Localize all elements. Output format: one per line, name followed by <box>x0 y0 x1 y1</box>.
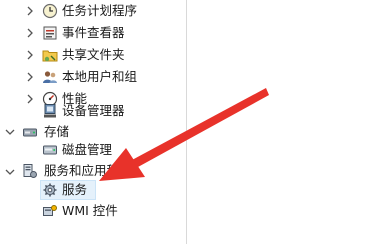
expand-chevron-icon[interactable] <box>24 5 36 17</box>
tree-item-shared-folders[interactable]: 共享文件夹 <box>62 47 125 63</box>
tree-item-task-scheduler[interactable]: 任务计划程序 <box>62 3 137 19</box>
collapse-chevron-icon[interactable] <box>4 166 16 178</box>
tree-item-services-applications[interactable]: 服务和应用程序 <box>44 163 132 179</box>
event-viewer-icon <box>42 25 58 41</box>
clock-icon <box>42 3 58 19</box>
pane-divider[interactable] <box>186 0 187 244</box>
wmi-icon <box>42 203 58 219</box>
tree-item-local-users-groups[interactable]: 本地用户和组 <box>62 69 137 85</box>
collapse-chevron-icon[interactable] <box>4 126 16 138</box>
gear-icon <box>42 182 58 198</box>
navigation-tree: 任务计划程序 事件查看器 共享文件夹 本地用户和组 性能 设备管理器 存储 磁盘… <box>0 0 186 244</box>
expand-chevron-icon[interactable] <box>24 71 36 83</box>
expand-chevron-icon[interactable] <box>24 27 36 39</box>
users-icon <box>42 69 58 85</box>
tree-item-wmi-control[interactable]: WMI 控件 <box>62 203 118 219</box>
services-apps-icon <box>22 163 38 179</box>
expand-chevron-icon[interactable] <box>24 49 36 61</box>
tree-item-storage[interactable]: 存储 <box>44 124 69 140</box>
shared-folder-icon <box>42 47 58 63</box>
device-manager-icon <box>42 103 58 119</box>
storage-icon <box>22 124 38 140</box>
tree-item-services[interactable]: 服务 <box>62 182 87 198</box>
tree-item-event-viewer[interactable]: 事件查看器 <box>62 25 125 41</box>
expand-chevron-icon[interactable] <box>24 93 36 105</box>
tree-item-disk-management[interactable]: 磁盘管理 <box>62 142 112 158</box>
disk-icon <box>42 142 58 158</box>
tree-item-device-manager[interactable]: 设备管理器 <box>62 103 125 119</box>
